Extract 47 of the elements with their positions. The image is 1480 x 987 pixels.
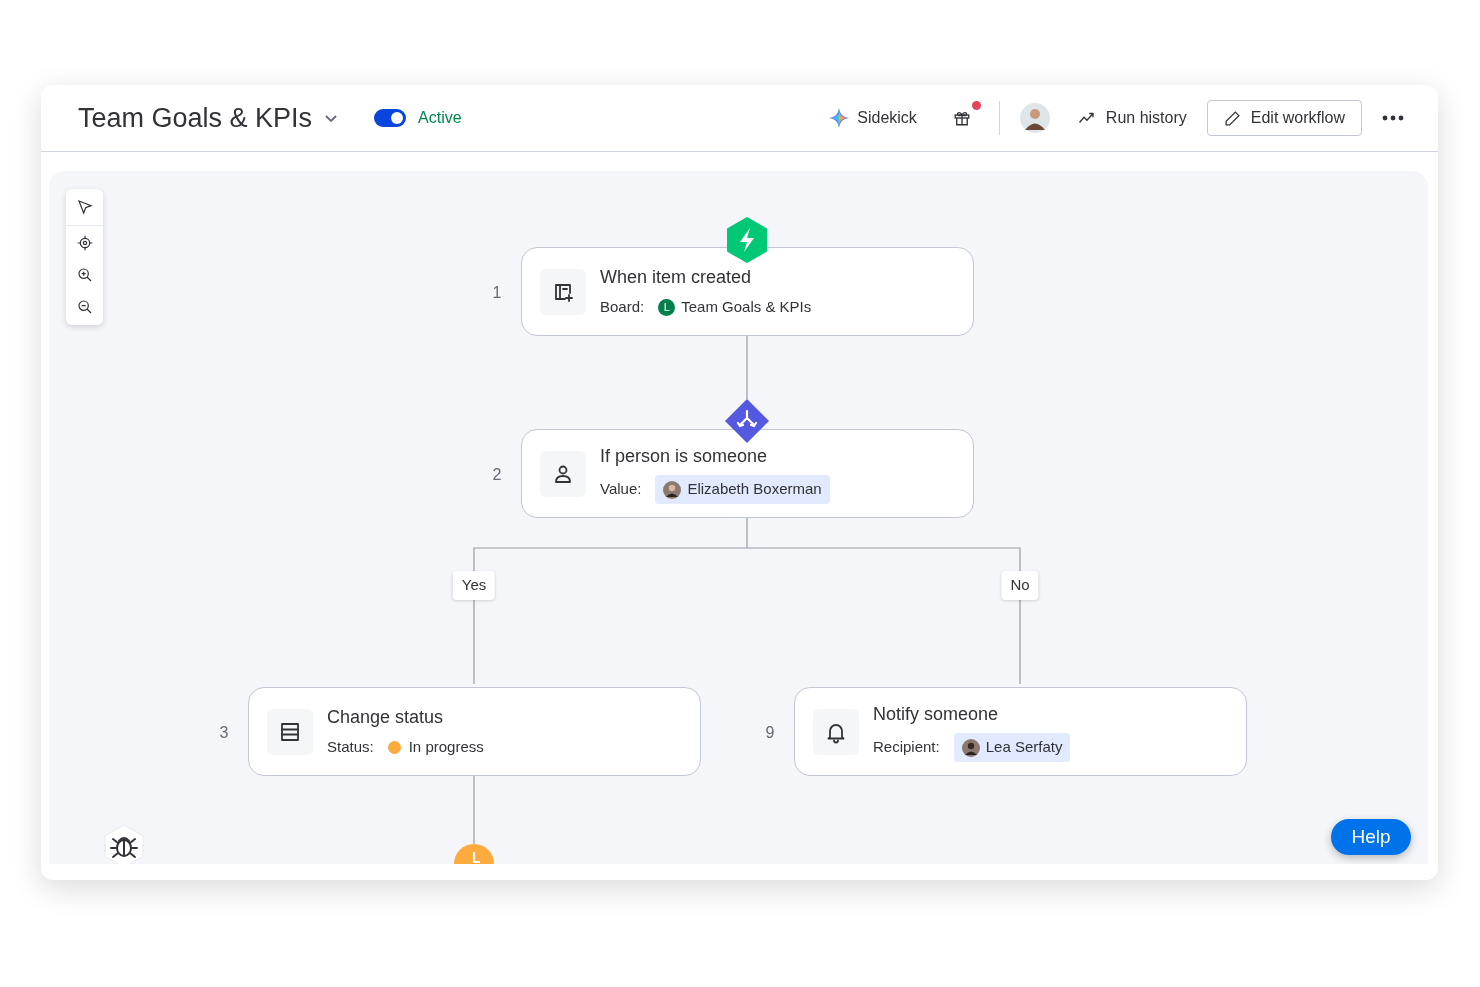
branch-label: Yes — [452, 571, 496, 600]
edit-workflow-button[interactable]: Edit workflow — [1206, 100, 1362, 136]
pencil-icon — [1223, 109, 1241, 127]
person-chip: Lea Serfaty — [953, 733, 1071, 762]
node-title: Notify someone — [873, 703, 1000, 727]
bug-icon[interactable] — [101, 823, 147, 864]
recenter-icon[interactable] — [76, 235, 93, 251]
zoom-in-icon[interactable] — [76, 267, 93, 283]
board-badge: L — [658, 299, 676, 316]
avatar — [961, 738, 980, 757]
active-toggle[interactable] — [374, 109, 407, 127]
more-icon[interactable] — [1382, 115, 1404, 121]
step-number: 2 — [491, 465, 503, 485]
connector-line — [746, 335, 748, 400]
workflow-node[interactable]: Notify someone Recipient: Lea Serfaty — [794, 687, 1247, 776]
node-title: When item created — [600, 266, 753, 290]
gift-icon — [952, 109, 971, 127]
field-label: Status: — [327, 737, 374, 758]
connector-line — [473, 775, 475, 845]
lightning-badge-icon — [726, 217, 768, 263]
field-label: Recipient: — [873, 737, 940, 758]
field-label: Value: — [600, 479, 642, 500]
step-number: 1 — [491, 283, 503, 303]
pointer-icon[interactable] — [76, 199, 93, 215]
step-number: 3 — [218, 723, 230, 743]
status-value: In progress — [408, 737, 484, 758]
avatar — [663, 480, 682, 499]
branch-badge-icon — [724, 398, 770, 444]
user-avatar[interactable] — [1019, 103, 1050, 133]
branch-label: No — [1001, 571, 1039, 600]
sparkle-icon — [829, 108, 850, 128]
workflow-node[interactable]: When item created Board: L Team Goals & KPIs — [521, 247, 974, 336]
workflow-title: Team Goals & KPIs — [78, 101, 313, 135]
node-title: If person is someone — [600, 445, 769, 469]
zoom-out-icon[interactable] — [76, 299, 93, 315]
workflow-node[interactable]: Change status Status: In progress — [248, 687, 701, 776]
help-button[interactable]: Help — [1331, 819, 1411, 855]
node-title: Change status — [327, 706, 445, 730]
run-history-button[interactable]: Run history — [1077, 106, 1187, 130]
gift-button[interactable] — [952, 109, 971, 127]
toggle-label: Active — [418, 108, 462, 128]
board-name: Team Goals & KPIs — [681, 297, 812, 318]
person-chip: Elizabeth Boxerman — [655, 475, 830, 504]
field-label: Board: — [600, 297, 645, 318]
sidekick-button[interactable]: Sidekick — [829, 106, 917, 130]
step-number: 9 — [764, 723, 776, 743]
workflow-node[interactable]: If person is someone Value: Elizabeth Boxerman — [521, 429, 974, 518]
